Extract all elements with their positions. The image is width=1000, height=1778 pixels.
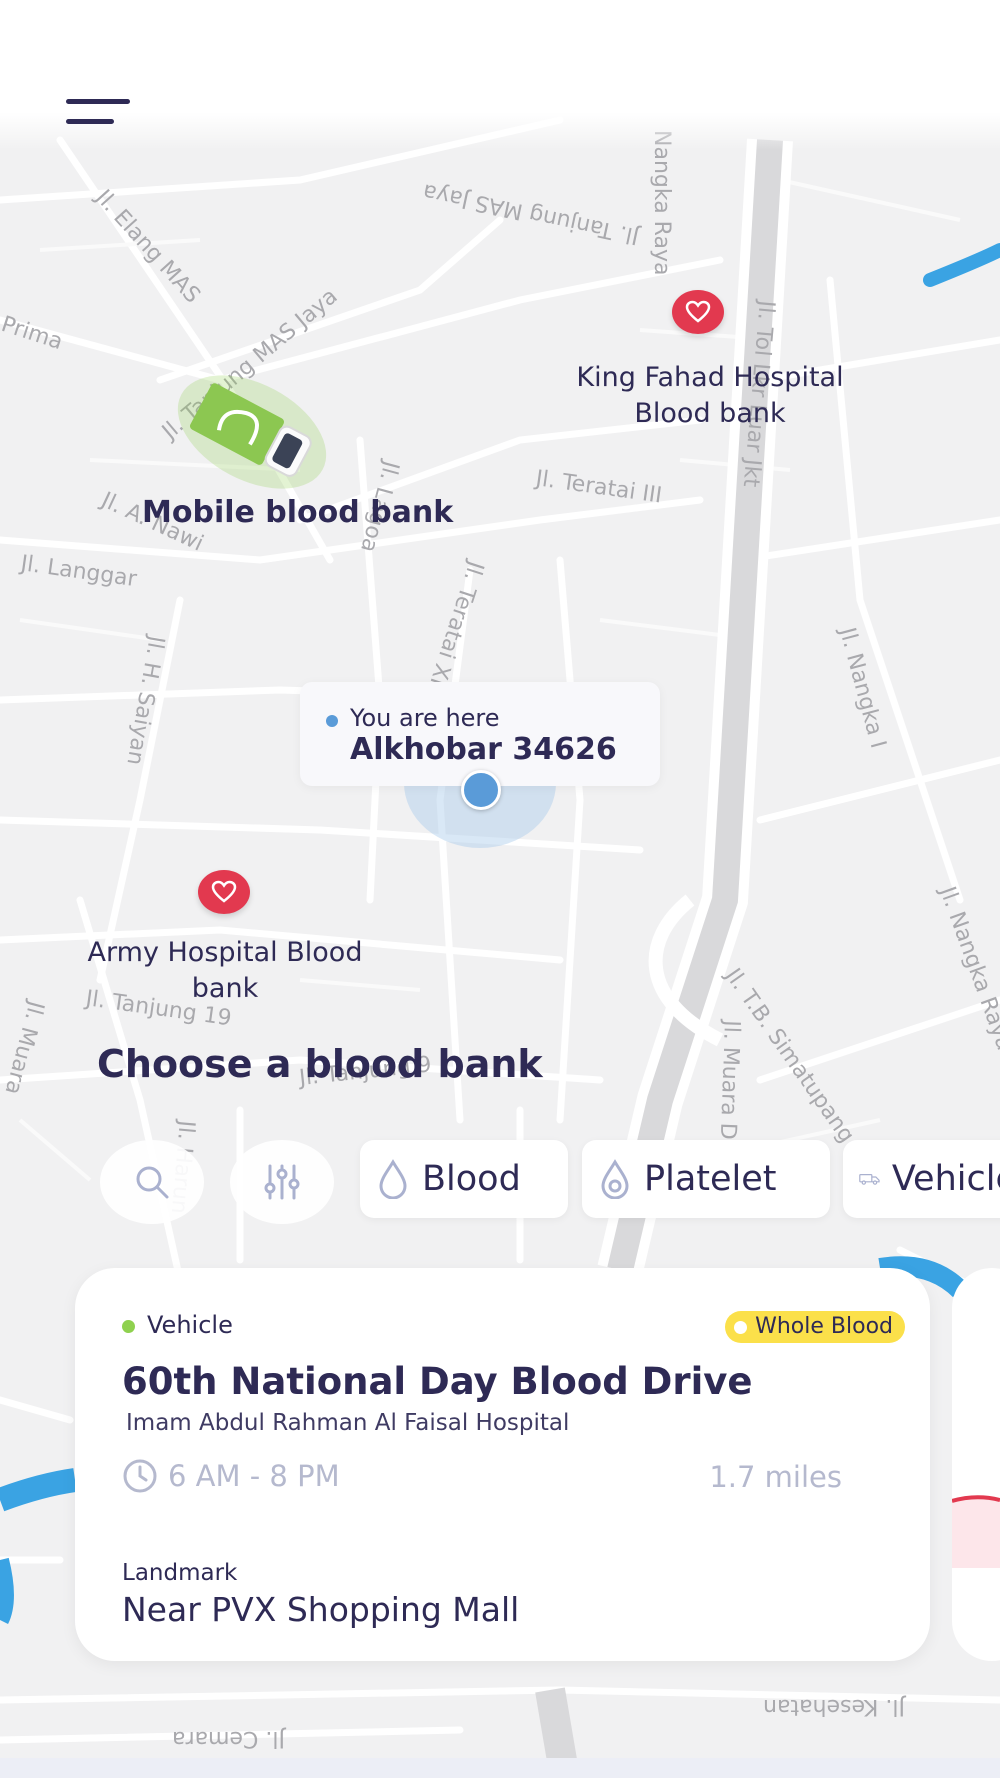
hospital-label-army: Army Hospital Blood bank: [87, 937, 363, 1004]
clock-icon: [123, 1459, 157, 1493]
card-subtitle: Imam Abdul Rahman Al Faisal Hospital: [126, 1410, 570, 1436]
blood-type-badge: Whole Blood: [725, 1311, 905, 1343]
street-label: Jl. Muara Da: [714, 1018, 744, 1154]
street-label: Nangka Raya: [649, 130, 674, 275]
vehicle-status-dot: [122, 1320, 135, 1333]
location-dot-icon: [326, 715, 338, 727]
landmark-label: Landmark: [122, 1560, 238, 1586]
truck-icon: [859, 1173, 880, 1185]
drop-icon: [379, 1159, 407, 1199]
card-time: 6 AM - 8 PM: [122, 1458, 340, 1494]
current-location-text: Alkhobar 34626: [350, 732, 617, 767]
card-distance: 1.7 miles: [709, 1460, 842, 1494]
sliders-icon: [264, 1164, 300, 1200]
hospital-label-king-fahad: King Fahad Hospital Blood bank: [576, 362, 844, 429]
heart-icon: [211, 880, 237, 903]
menu-line: [66, 99, 130, 104]
heart-icon: [685, 300, 711, 323]
hospital-pin-army[interactable]: [198, 870, 250, 914]
search-icon: [136, 1166, 169, 1199]
filter-chip-label: Platelet: [644, 1159, 777, 1199]
filter-chip-blood[interactable]: Blood: [360, 1140, 568, 1218]
hamburger-menu-icon[interactable]: [66, 96, 136, 130]
blood-bank-card[interactable]: Vehicle Whole Blood 60th National Day Bl…: [75, 1268, 930, 1661]
mobile-blood-bank-label: Mobile blood bank: [142, 495, 454, 530]
search-button[interactable]: [100, 1140, 204, 1224]
card-type-label: Vehicle: [147, 1311, 233, 1339]
landmark-value: Near PVX Shopping Mall: [122, 1590, 520, 1629]
card-title: 60th National Day Blood Drive: [122, 1360, 753, 1403]
street-label: Jl. Kesehatan: [763, 1694, 907, 1719]
filter-button[interactable]: [230, 1140, 334, 1224]
section-title: Choose a blood bank: [97, 1042, 543, 1086]
platelet-icon: [601, 1159, 629, 1199]
card-peek-accent: [952, 1495, 1000, 1568]
badge-label: Whole Blood: [755, 1314, 893, 1339]
you-are-here-caption: You are here: [350, 704, 500, 732]
current-location-marker[interactable]: [461, 770, 501, 810]
hospital-pin-king-fahad[interactable]: [672, 290, 724, 334]
filter-chip-vehicle[interactable]: Vehicle: [843, 1140, 1000, 1218]
badge-dot: [734, 1321, 748, 1334]
top-bar: [0, 0, 1000, 150]
next-card-peek[interactable]: [952, 1268, 1000, 1661]
filter-chip-label: Vehicle: [891, 1159, 1000, 1199]
menu-line: [66, 119, 114, 124]
filter-chip-label: Blood: [422, 1159, 521, 1199]
bottom-safe-area: [0, 1758, 1000, 1778]
time-text: 6 AM - 8 PM: [168, 1459, 340, 1493]
street-label: Jl. Cemara: [172, 1726, 287, 1751]
filter-chip-platelet[interactable]: Platelet: [582, 1140, 830, 1218]
